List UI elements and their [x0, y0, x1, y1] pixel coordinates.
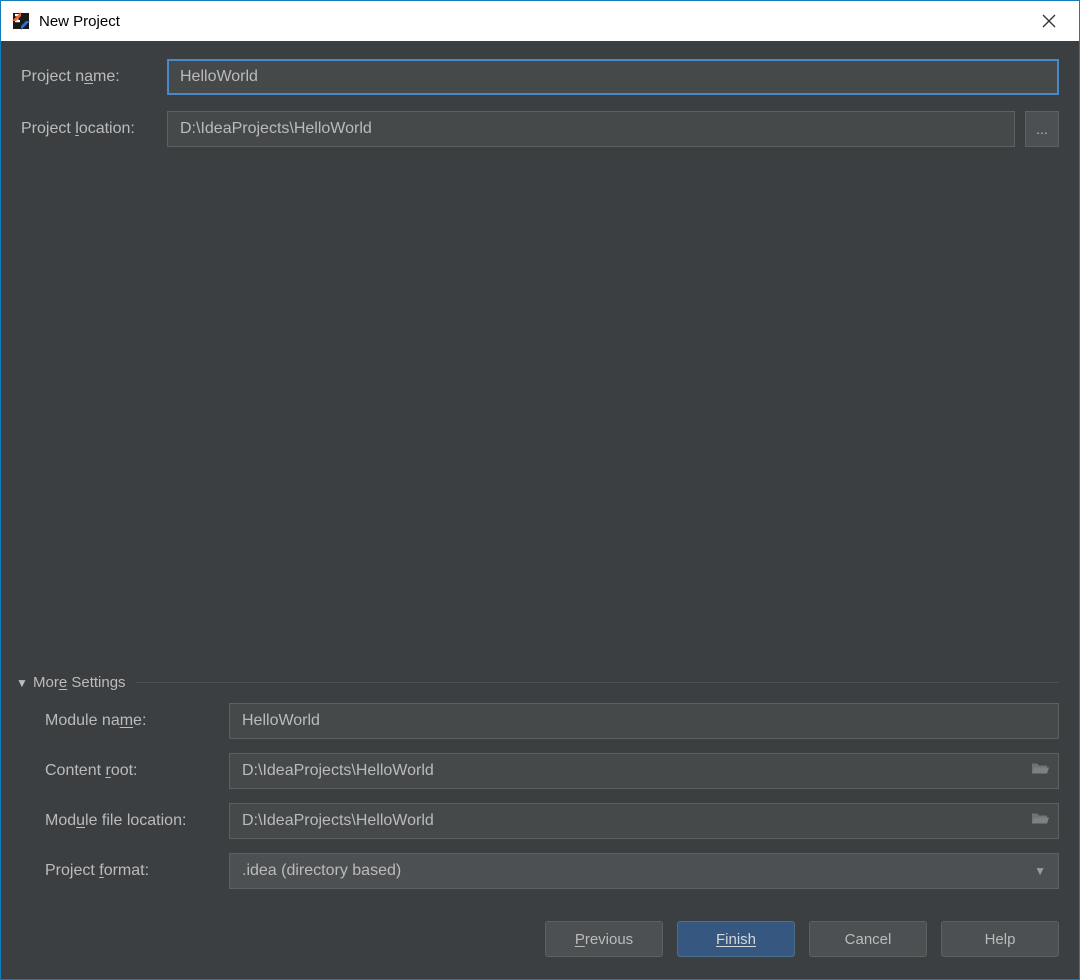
intellij-icon: [11, 11, 31, 31]
chevron-down-icon: ▼: [1034, 864, 1046, 878]
close-button[interactable]: [1029, 1, 1069, 41]
browse-content-root-button[interactable]: [1031, 762, 1049, 781]
expanded-icon: ▼: [15, 676, 29, 690]
project-location-input[interactable]: [167, 111, 1015, 147]
project-location-row: Project location: ...: [21, 111, 1059, 147]
project-format-label: Project format:: [45, 862, 229, 880]
folder-icon: [1031, 762, 1049, 776]
project-format-row: Project format: .idea (directory based) …: [45, 853, 1059, 889]
project-location-label: Project location:: [21, 120, 167, 138]
more-settings-label: More Settings: [33, 674, 126, 691]
module-name-label: Module name:: [45, 712, 229, 730]
module-file-location-row: Module file location:: [45, 803, 1059, 839]
content-root-input[interactable]: [229, 753, 1059, 789]
module-file-location-input[interactable]: [229, 803, 1059, 839]
help-button[interactable]: Help: [941, 921, 1059, 957]
folder-icon: [1031, 812, 1049, 826]
project-format-select[interactable]: .idea (directory based) ▼: [229, 853, 1059, 889]
browse-module-file-location-button[interactable]: [1031, 812, 1049, 831]
separator-line: [136, 682, 1059, 683]
cancel-button[interactable]: Cancel: [809, 921, 927, 957]
dialog-body: Project name: Project location: ... ▼ Mo…: [1, 41, 1079, 903]
project-name-input[interactable]: [167, 59, 1059, 95]
content-root-row: Content root:: [45, 753, 1059, 789]
content-root-label: Content root:: [45, 762, 229, 780]
project-name-row: Project name:: [21, 59, 1059, 95]
project-format-value: .idea (directory based): [242, 862, 401, 880]
project-name-label: Project name:: [21, 68, 167, 86]
module-file-location-label: Module file location:: [45, 812, 229, 830]
close-icon: [1042, 14, 1056, 28]
window-title: New Project: [39, 13, 120, 30]
module-name-input[interactable]: [229, 703, 1059, 739]
module-name-row: Module name:: [45, 703, 1059, 739]
new-project-dialog: New Project Project name: Project locati…: [0, 0, 1080, 980]
titlebar: New Project: [1, 1, 1079, 41]
button-bar: Previous Finish Cancel Help: [1, 903, 1079, 979]
browse-location-button[interactable]: ...: [1025, 111, 1059, 147]
previous-button[interactable]: Previous: [545, 921, 663, 957]
more-settings-panel: Module name: Content root:: [21, 703, 1059, 903]
finish-button[interactable]: Finish: [677, 921, 795, 957]
more-settings-toggle[interactable]: ▼ More Settings: [15, 674, 1059, 703]
